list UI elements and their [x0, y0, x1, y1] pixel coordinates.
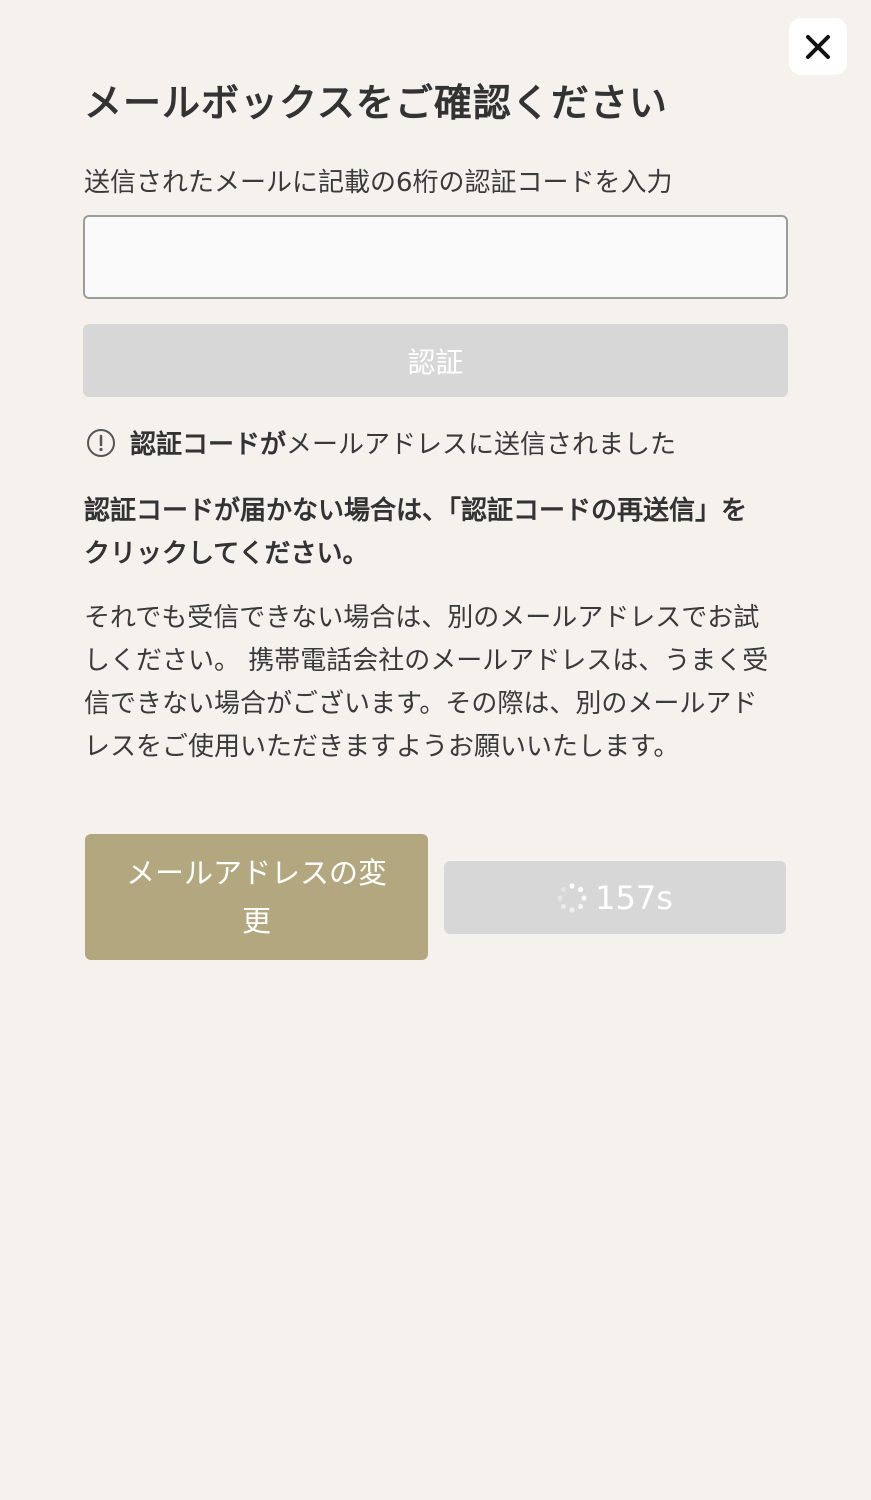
resend-hint: 認証コードが届かない場合は、「認証コードの再送信」をクリックしてください。 [84, 496, 748, 569]
verification-dialog: メールボックスをご確認ください 送信されたメールに記載の6桁の認証コードを入力 … [0, 0, 871, 1500]
notice-strong-text: 認証コードが [130, 430, 287, 460]
verify-button[interactable]: 認証 [83, 324, 788, 397]
close-button[interactable] [789, 18, 847, 75]
change-email-button[interactable]: メールアドレスの変更 [85, 834, 428, 960]
spinner-icon [557, 882, 587, 913]
notice-text: メールアドレスに送信されました [286, 430, 677, 460]
code-sent-notice: 認証コードが メールアドレスに送信されました [86, 424, 676, 461]
change-email-label: メールアドレスの変更 [125, 856, 387, 938]
help-text: それでも受信できない場合は、別のメールアドレスでお試しください。 携帯電話会社の… [84, 603, 769, 762]
resend-code-button[interactable]: 157s [444, 861, 786, 934]
verification-code-input[interactable] [83, 215, 788, 299]
close-icon [806, 34, 830, 59]
resend-countdown: 157s [595, 878, 673, 917]
exclamation-circle-icon [87, 428, 115, 457]
dialog-title: メールボックスをご確認ください [84, 81, 668, 125]
code-instruction: 送信されたメールに記載の6桁の認証コードを入力 [84, 168, 673, 198]
